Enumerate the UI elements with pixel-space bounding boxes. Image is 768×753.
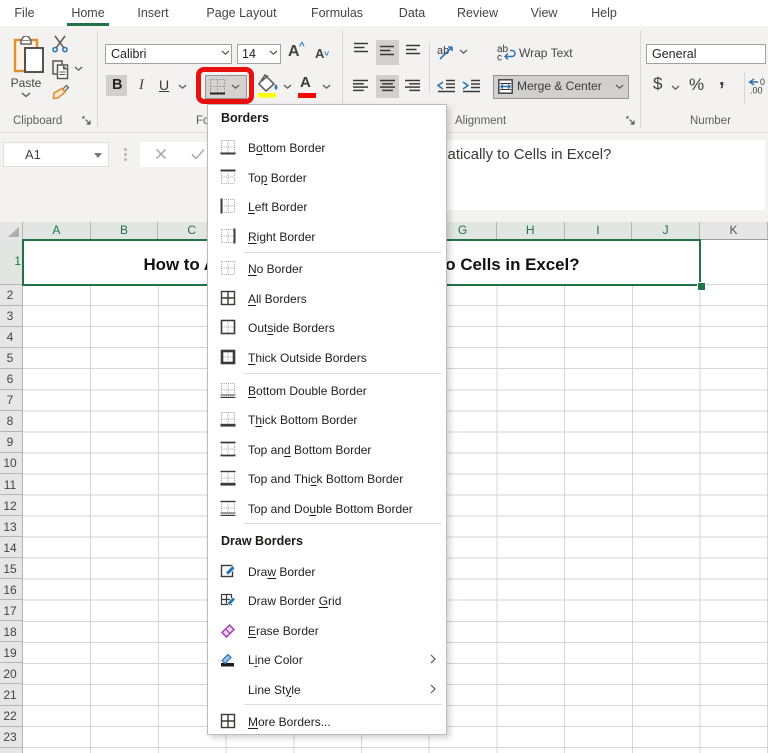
svg-text:c: c: [497, 53, 502, 62]
svg-text:.00: .00: [750, 86, 763, 95]
